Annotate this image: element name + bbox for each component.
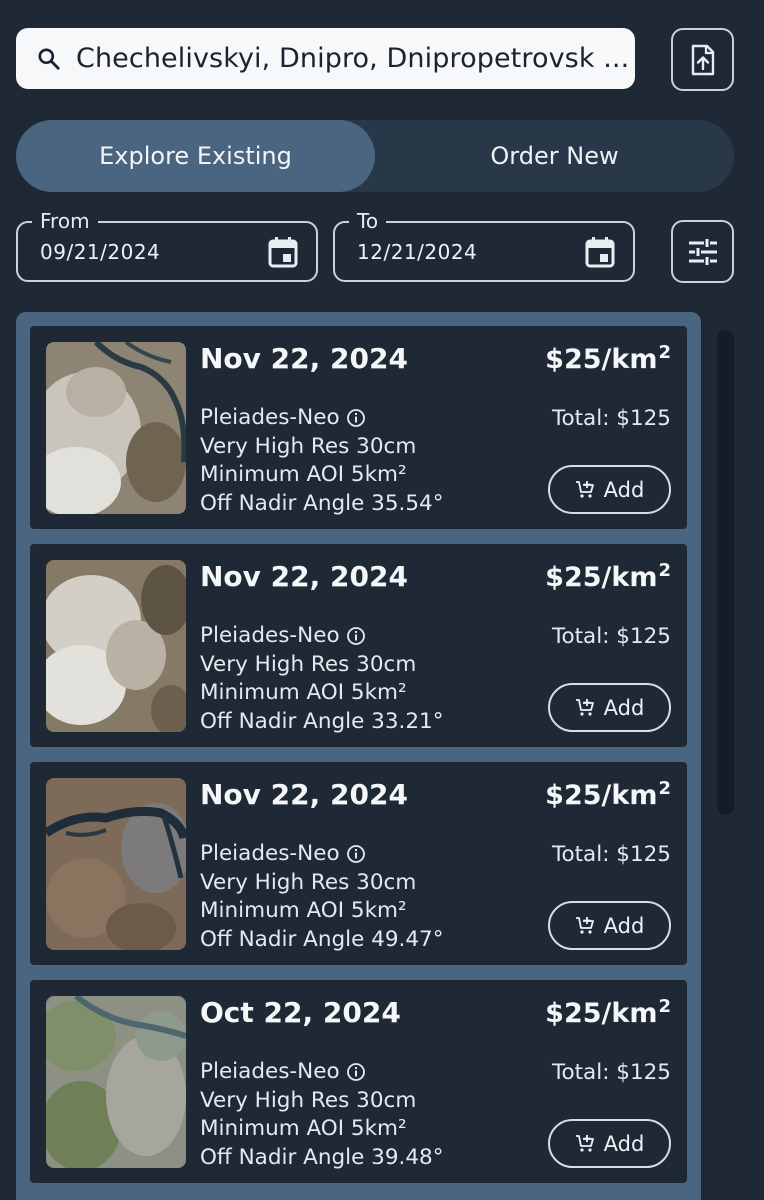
add-cart-icon xyxy=(575,1134,594,1152)
image-specs: Pleiades-Neo Very High Res 30cm Minimum … xyxy=(200,1058,443,1172)
off-nadir-angle: Off Nadir Angle 33.21° xyxy=(200,708,444,734)
add-label: Add xyxy=(603,477,645,502)
capture-date: Nov 22, 2024 xyxy=(200,560,408,593)
upload-file-button[interactable] xyxy=(671,28,734,91)
scrollbar[interactable] xyxy=(717,330,734,815)
satellite-thumbnail xyxy=(46,996,186,1168)
minimum-aoi: Minimum AOI 5km² xyxy=(200,898,407,923)
add-to-cart-button[interactable]: Add xyxy=(548,901,671,950)
add-cart-icon xyxy=(575,698,594,716)
result-card[interactable]: Nov 22, 2024 Pleiades-Neo Very High Res … xyxy=(30,326,687,529)
calendar-icon[interactable] xyxy=(585,236,615,268)
sensor-name: Pleiades-Neo xyxy=(200,841,340,866)
sensor-name: Pleiades-Neo xyxy=(200,405,340,430)
add-label: Add xyxy=(603,1131,645,1156)
filter-button[interactable] xyxy=(671,220,734,283)
search-value: Chechelivskyi, Dnipro, Dnipropetrovsk ..… xyxy=(76,43,630,74)
resolution: Very High Res 30cm xyxy=(200,651,417,677)
total-price: Total: $125 xyxy=(551,406,671,431)
total-price: Total: $125 xyxy=(551,1060,671,1085)
price-per-km: $25/km2 xyxy=(545,778,671,811)
tab-explore-existing[interactable]: Explore Existing xyxy=(16,120,375,192)
minimum-aoi: Minimum AOI 5km² xyxy=(200,462,407,487)
search-icon xyxy=(38,47,60,70)
add-label: Add xyxy=(603,695,645,720)
to-date-label: To xyxy=(349,209,387,233)
capture-date: Oct 22, 2024 xyxy=(200,996,401,1029)
price-per-km: $25/km2 xyxy=(545,560,671,593)
price-per-km: $25/km2 xyxy=(545,996,671,1029)
add-label: Add xyxy=(603,913,645,938)
total-price: Total: $125 xyxy=(551,624,671,649)
satellite-thumbnail xyxy=(46,560,186,732)
satellite-thumbnail xyxy=(46,778,186,950)
capture-date: Nov 22, 2024 xyxy=(200,778,408,811)
sensor-name: Pleiades-Neo xyxy=(200,623,340,648)
to-date-field[interactable]: To 12/21/2024 xyxy=(333,209,635,282)
filter-sliders-icon xyxy=(688,238,717,265)
result-card[interactable]: Oct 22, 2024 Pleiades-Neo Very High Res … xyxy=(30,980,687,1183)
off-nadir-angle: Off Nadir Angle 49.47° xyxy=(200,926,444,952)
info-icon[interactable] xyxy=(346,1062,366,1082)
info-icon[interactable] xyxy=(346,626,366,646)
total-price: Total: $125 xyxy=(551,842,671,867)
from-date-label: From xyxy=(32,209,98,233)
add-to-cart-button[interactable]: Add xyxy=(548,683,671,732)
minimum-aoi: Minimum AOI 5km² xyxy=(200,1116,407,1141)
from-date-field[interactable]: From 09/21/2024 xyxy=(16,209,318,282)
off-nadir-angle: Off Nadir Angle 39.48° xyxy=(200,1144,444,1170)
price-per-km: $25/km2 xyxy=(545,342,671,375)
from-date-value: 09/21/2024 xyxy=(40,240,161,264)
mode-tabs: Explore Existing Order New xyxy=(16,120,734,192)
calendar-icon[interactable] xyxy=(268,236,298,268)
search-input[interactable]: Chechelivskyi, Dnipro, Dnipropetrovsk ..… xyxy=(16,28,635,89)
resolution: Very High Res 30cm xyxy=(200,1087,417,1113)
tab-order-new[interactable]: Order New xyxy=(375,120,734,192)
info-icon[interactable] xyxy=(346,408,366,428)
resolution: Very High Res 30cm xyxy=(200,869,417,895)
upload-file-icon xyxy=(691,44,714,75)
results-list[interactable]: Nov 22, 2024 Pleiades-Neo Very High Res … xyxy=(16,312,701,1200)
image-specs: Pleiades-Neo Very High Res 30cm Minimum … xyxy=(200,840,443,954)
add-to-cart-button[interactable]: Add xyxy=(548,465,671,514)
minimum-aoi: Minimum AOI 5km² xyxy=(200,680,407,705)
sensor-name: Pleiades-Neo xyxy=(200,1059,340,1084)
result-card[interactable]: Nov 22, 2024 Pleiades-Neo Very High Res … xyxy=(30,544,687,747)
add-cart-icon xyxy=(575,916,594,934)
to-date-value: 12/21/2024 xyxy=(357,240,478,264)
add-cart-icon xyxy=(575,480,594,498)
capture-date: Nov 22, 2024 xyxy=(200,342,408,375)
image-specs: Pleiades-Neo Very High Res 30cm Minimum … xyxy=(200,404,443,518)
add-to-cart-button[interactable]: Add xyxy=(548,1119,671,1168)
result-card[interactable]: Nov 22, 2024 Pleiades-Neo Very High Res … xyxy=(30,762,687,965)
resolution: Very High Res 30cm xyxy=(200,433,417,459)
satellite-thumbnail xyxy=(46,342,186,514)
info-icon[interactable] xyxy=(346,844,366,864)
image-specs: Pleiades-Neo Very High Res 30cm Minimum … xyxy=(200,622,443,736)
off-nadir-angle: Off Nadir Angle 35.54° xyxy=(200,490,444,516)
